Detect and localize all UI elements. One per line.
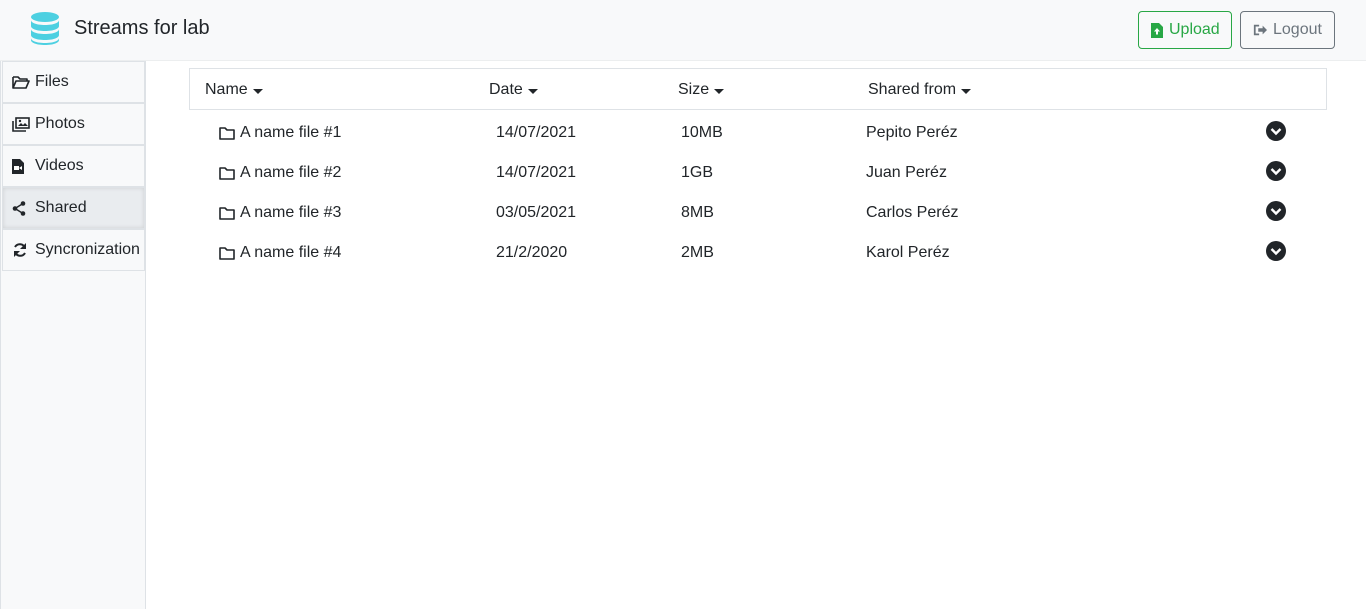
shared-from-cell: Pepito Peréz (866, 124, 958, 141)
file-name-cell[interactable]: A name file #4 (219, 244, 341, 262)
sidebar-item-syncronization[interactable]: Syncronization (2, 229, 145, 271)
chevron-circle-down-icon[interactable] (1266, 161, 1286, 181)
caret-down-icon (714, 88, 725, 94)
file-video-icon (12, 158, 30, 174)
database-icon (31, 12, 59, 45)
sidebar-item-label: Shared (35, 199, 87, 216)
images-icon (12, 116, 30, 132)
column-header-date[interactable]: Date (489, 81, 538, 99)
caret-down-icon (527, 88, 538, 94)
sidebar-item-label: Videos (35, 157, 84, 174)
sidebar-item-videos[interactable]: Videos (2, 145, 145, 187)
sidebar-item-label: Photos (35, 115, 85, 132)
table-row[interactable]: A name file #2 14/07/2021 1GB Juan Peréz (189, 152, 1327, 192)
logout-label: Logout (1273, 21, 1322, 38)
folder-icon (219, 166, 235, 180)
column-header-name[interactable]: Name (205, 81, 263, 99)
size-cell: 10MB (681, 124, 723, 141)
column-header-shared-from[interactable]: Shared from (868, 81, 972, 99)
share-icon (12, 200, 30, 216)
shared-from-cell: Carlos Peréz (866, 204, 959, 221)
size-cell: 1GB (681, 164, 714, 181)
date-cell: 03/05/2021 (496, 204, 577, 221)
date-cell: 21/2/2020 (496, 244, 568, 261)
shared-from-cell: Juan Peréz (866, 164, 947, 181)
date-cell: 14/07/2021 (496, 124, 577, 141)
file-name-cell[interactable]: A name file #2 (219, 164, 341, 182)
chevron-circle-down-icon[interactable] (1266, 121, 1286, 141)
chevron-circle-down-icon[interactable] (1266, 201, 1286, 221)
file-name-cell[interactable]: A name file #1 (219, 124, 341, 142)
file-name-cell[interactable]: A name file #3 (219, 204, 341, 222)
folder-icon (219, 126, 235, 140)
logout-button[interactable]: Logout (1240, 11, 1335, 49)
sidebar-item-files[interactable]: Files (2, 61, 145, 103)
folder-icon (219, 246, 235, 260)
top-navbar: Streams for lab Upload Logout (0, 0, 1366, 61)
folder-open-icon (12, 74, 30, 90)
folder-icon (219, 206, 235, 220)
table-row[interactable]: A name file #3 03/05/2021 8MB Carlos Per… (189, 192, 1327, 232)
table-row[interactable]: A name file #1 14/07/2021 10MB Pepito Pe… (189, 112, 1327, 152)
sidebar-item-label: Syncronization (35, 241, 140, 258)
size-cell: 2MB (681, 244, 714, 261)
shared-from-cell: Karol Peréz (866, 244, 950, 261)
column-header-size[interactable]: Size (678, 81, 725, 99)
sign-out-icon (1253, 22, 1267, 38)
chevron-circle-down-icon[interactable] (1266, 241, 1286, 261)
size-cell: 8MB (681, 204, 714, 221)
upload-label: Upload (1169, 21, 1220, 38)
sidebar: Files Photos Videos Shared Syncronizatio… (0, 61, 146, 609)
sidebar-item-shared[interactable]: Shared (2, 187, 145, 229)
caret-down-icon (961, 88, 972, 94)
table-header: Name Date Size Shared from (189, 68, 1327, 110)
sidebar-item-label: Files (35, 73, 69, 90)
table-row[interactable]: A name file #4 21/2/2020 2MB Karol Peréz (189, 232, 1327, 272)
file-upload-icon (1151, 22, 1163, 38)
caret-down-icon (252, 88, 263, 94)
app-title: Streams for lab (74, 17, 210, 39)
sync-icon (12, 242, 30, 258)
sidebar-item-photos[interactable]: Photos (2, 103, 145, 145)
upload-button[interactable]: Upload (1138, 11, 1232, 49)
date-cell: 14/07/2021 (496, 164, 577, 181)
